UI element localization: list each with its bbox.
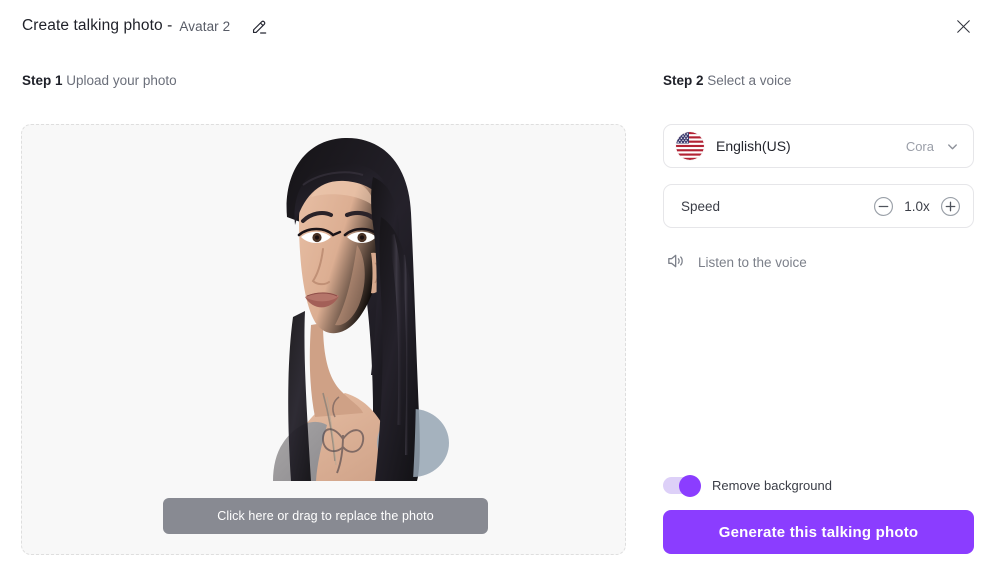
generate-talking-photo-button[interactable]: Generate this talking photo: [663, 510, 974, 554]
remove-background-label: Remove background: [712, 478, 832, 493]
edit-name-button[interactable]: [246, 13, 272, 39]
remove-background-toggle[interactable]: [663, 474, 701, 497]
chevron-down-icon[interactable]: [945, 139, 960, 154]
speed-stepper: 1.0x: [872, 195, 962, 218]
toggle-knob: [679, 474, 701, 497]
us-flag-icon: [676, 132, 704, 160]
speed-increase-button[interactable]: [939, 195, 962, 218]
replace-photo-button[interactable]: Click here or drag to replace the photo: [163, 498, 488, 534]
voice-selector[interactable]: English(US) Cora: [663, 124, 974, 168]
plus-circle-icon: [941, 196, 960, 216]
step-2-label: Step 2 Select a voice: [663, 73, 791, 88]
avatar-portrait-image: [272, 137, 449, 481]
step-2-text: Select a voice: [707, 73, 792, 88]
close-icon: [956, 19, 970, 33]
create-talking-photo-modal: Create talking photo - Avatar 2 Step 1 U…: [0, 0, 992, 574]
speed-value: 1.0x: [904, 198, 930, 214]
step-1-text: Upload your photo: [66, 73, 177, 88]
speaker-icon: [665, 251, 686, 274]
speed-decrease-button[interactable]: [872, 195, 895, 218]
photo-upload-dropzone[interactable]: Click here or drag to replace the photo: [21, 124, 626, 555]
photo-preview: [22, 125, 625, 481]
step-1-label: Step 1 Upload your photo: [22, 73, 177, 88]
listen-to-voice-label: Listen to the voice: [698, 255, 807, 270]
remove-background-row: Remove background: [663, 474, 832, 497]
avatar-name: Avatar 2: [179, 18, 231, 34]
voice-language-label: English(US): [716, 138, 791, 154]
pencil-icon: [252, 20, 267, 34]
minus-circle-icon: [874, 196, 893, 216]
speed-control: Speed 1.0x: [663, 184, 974, 228]
page-title: Create talking photo -: [22, 17, 173, 34]
speed-label: Speed: [681, 198, 721, 214]
step-2-number: Step 2: [663, 73, 704, 88]
modal-header: Create talking photo - Avatar 2: [0, 0, 992, 52]
voice-name-label: Cora: [905, 138, 934, 154]
step-1-number: Step 1: [22, 73, 63, 88]
listen-to-voice-button[interactable]: Listen to the voice: [665, 251, 807, 274]
close-button[interactable]: [950, 13, 976, 39]
